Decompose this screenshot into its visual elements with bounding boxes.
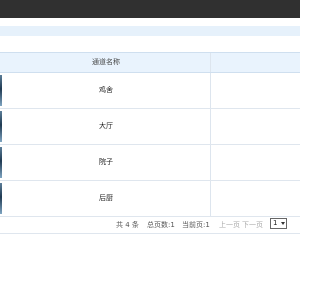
column-divider — [210, 109, 211, 144]
next-page-link[interactable]: 下一页 — [242, 220, 263, 230]
channel-name: 鸡舍 — [99, 86, 113, 94]
top-bar — [0, 0, 300, 18]
table-row[interactable]: 后厨 — [0, 181, 300, 217]
channel-name: 院子 — [99, 158, 113, 166]
page-select-value: 1 — [273, 219, 278, 227]
table-row[interactable]: 鸡舍 — [0, 73, 300, 109]
column-divider — [210, 53, 211, 72]
table-row[interactable]: 院子 — [0, 145, 300, 181]
column-divider — [210, 181, 211, 216]
table-row[interactable]: 大厅 — [0, 109, 300, 145]
column-divider — [210, 145, 211, 180]
chevron-down-icon — [281, 222, 285, 225]
column-divider — [210, 73, 211, 108]
total-count: 共 4 条 — [116, 221, 139, 229]
column-header-channel-name: 通道名称 — [92, 58, 120, 66]
current-page: 当前页:1 — [182, 221, 210, 229]
pagination-bar: 共 4 条 总页数:1 当前页:1 上一页 下一页 1 — [0, 216, 300, 234]
channel-name: 后厨 — [99, 194, 113, 202]
toolbar-strip — [0, 26, 300, 36]
prev-page-link[interactable]: 上一页 — [219, 220, 240, 230]
channel-table: 通道名称 鸡舍 大厅 院子 后厨 — [0, 52, 300, 217]
table-header: 通道名称 — [0, 53, 300, 73]
channel-name: 大厅 — [99, 122, 113, 130]
page-select[interactable]: 1 — [270, 218, 287, 229]
total-pages: 总页数:1 — [147, 221, 175, 229]
